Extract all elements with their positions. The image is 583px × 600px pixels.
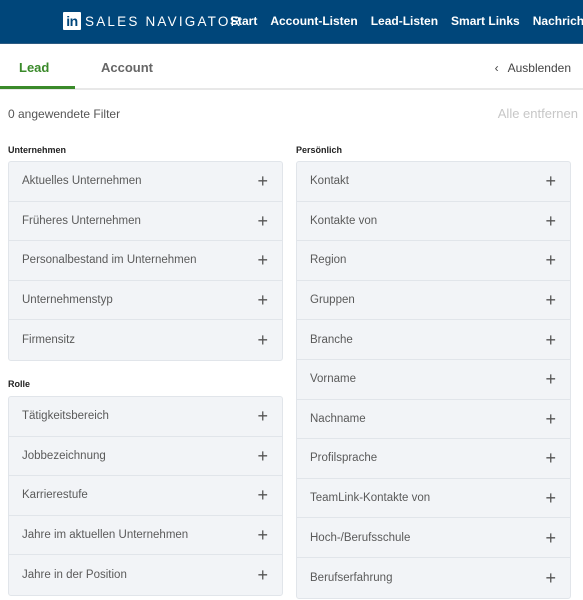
filter-row[interactable]: Personalbestand im Unternehmen + [9, 241, 282, 281]
nav-smart-links[interactable]: Smart Links [451, 14, 520, 28]
section-title-company: Unternehmen [8, 145, 67, 155]
personal-filters-card: Kontakt + Kontakte von + Region + Gruppen + Bran… [296, 161, 571, 599]
plus-icon[interactable]: + [545, 172, 556, 190]
nav-lead-lists[interactable]: Lead-Listen [371, 14, 438, 28]
filter-label: Nachname [310, 412, 366, 425]
filter-label: Jobbezeichnung [22, 449, 106, 462]
plus-icon[interactable]: + [257, 172, 268, 190]
top-navigation-bar: in SALES NAVIGATOR Start Account-Listen … [0, 0, 583, 44]
filter-row[interactable]: Jahre im aktuellen Unternehmen + [9, 516, 282, 556]
plus-icon[interactable]: + [257, 407, 268, 425]
filter-label: Firmensitz [22, 334, 76, 347]
remove-all-button[interactable]: Alle entfernen [498, 106, 578, 121]
filter-label: Jahre im aktuellen Unternehmen [22, 529, 189, 542]
filter-row[interactable]: Nachname + [297, 400, 570, 440]
filter-row[interactable]: Branche + [297, 320, 570, 360]
plus-icon[interactable]: + [257, 486, 268, 504]
plus-icon[interactable]: + [257, 291, 268, 309]
plus-icon[interactable]: + [545, 212, 556, 230]
filter-label: Branche [310, 333, 353, 346]
filter-label: Profilsprache [310, 452, 378, 465]
plus-icon[interactable]: + [545, 449, 556, 467]
plus-icon[interactable]: + [545, 370, 556, 388]
filter-row[interactable]: Jahre in der Position + [9, 555, 282, 595]
filter-label: Region [310, 254, 347, 267]
plus-icon[interactable]: + [545, 489, 556, 507]
nav-messages[interactable]: Nachrichten [533, 14, 583, 28]
active-tab-indicator [0, 86, 75, 89]
company-filters-card: Aktuelles Unternehmen + Früheres Unternehm… [8, 161, 283, 361]
nav-start[interactable]: Start [230, 14, 257, 28]
applied-filters-count: 0 angewendete Filter [8, 107, 121, 121]
brand-name: SALES NAVIGATOR [85, 13, 243, 29]
nav-account-lists[interactable]: Account-Listen [270, 14, 357, 28]
filter-row[interactable]: Profilsprache + [297, 439, 570, 479]
filter-label: Berufserfahrung [310, 571, 393, 584]
plus-icon[interactable]: + [545, 291, 556, 309]
filter-label: Vorname [310, 373, 357, 386]
filter-row[interactable]: TeamLink-Kontakte von + [297, 479, 570, 519]
plus-icon[interactable]: + [545, 331, 556, 349]
filter-label: Gruppen [310, 294, 355, 307]
filter-label: Kontakte von [310, 214, 378, 227]
plus-icon[interactable]: + [545, 529, 556, 547]
role-filters-card: Tätigkeitsbereich + Jobbezeichnung + Karrier… [8, 396, 283, 596]
linkedin-logo-icon: in [63, 12, 81, 30]
filter-row[interactable]: Früheres Unternehmen + [9, 202, 282, 242]
tab-account[interactable]: Account [101, 60, 153, 75]
filter-label: Hoch-/Berufsschule [310, 531, 411, 544]
plus-icon[interactable]: + [545, 569, 556, 587]
plus-icon[interactable]: + [257, 566, 268, 584]
plus-icon[interactable]: + [257, 331, 268, 349]
section-title-personal: Persönlich [296, 145, 343, 155]
filter-label: Tätigkeitsbereich [22, 410, 109, 423]
filter-row[interactable]: Gruppen + [297, 281, 570, 321]
filter-row[interactable]: Kontakte von + [297, 202, 570, 242]
plus-icon[interactable]: + [257, 447, 268, 465]
filter-row[interactable]: Vorname + [297, 360, 570, 400]
filter-label: Jahre in der Position [22, 569, 127, 582]
section-title-role: Rolle [8, 379, 31, 389]
filter-label: Früheres Unternehmen [22, 214, 141, 227]
filter-row[interactable]: Firmensitz + [9, 320, 282, 360]
tab-lead[interactable]: Lead [19, 60, 49, 75]
filter-label: Aktuelles Unternehmen [22, 175, 142, 188]
plus-icon[interactable]: + [545, 410, 556, 428]
search-type-tabs: Lead Account ‹ Ausblenden [0, 45, 583, 90]
filter-row[interactable]: Unternehmenstyp + [9, 281, 282, 321]
filter-label: Karrierestufe [22, 489, 88, 502]
main-nav: Start Account-Listen Lead-Listen Smart L… [230, 14, 583, 28]
hide-filters-label: Ausblenden [507, 61, 571, 75]
filter-label: Personalbestand im Unternehmen [22, 254, 197, 267]
brand-logo[interactable]: in SALES NAVIGATOR [63, 12, 243, 30]
chevron-left-icon: ‹ [494, 61, 499, 75]
filter-row[interactable]: Aktuelles Unternehmen + [9, 162, 282, 202]
filter-label: Unternehmenstyp [22, 294, 113, 307]
filter-row[interactable]: Karrierestufe + [9, 476, 282, 516]
filter-label: Kontakt [310, 175, 349, 188]
filter-row[interactable]: Kontakt + [297, 162, 570, 202]
plus-icon[interactable]: + [545, 251, 556, 269]
plus-icon[interactable]: + [257, 251, 268, 269]
hide-filters-button[interactable]: ‹ Ausblenden [495, 61, 571, 75]
filter-row[interactable]: Berufserfahrung + [297, 558, 570, 598]
filter-row[interactable]: Region + [297, 241, 570, 281]
filter-label: TeamLink-Kontakte von [310, 492, 431, 505]
filter-row[interactable]: Tätigkeitsbereich + [9, 397, 282, 437]
plus-icon[interactable]: + [257, 212, 268, 230]
plus-icon[interactable]: + [257, 526, 268, 544]
filter-row[interactable]: Hoch-/Berufsschule + [297, 518, 570, 558]
filter-row[interactable]: Jobbezeichnung + [9, 437, 282, 477]
